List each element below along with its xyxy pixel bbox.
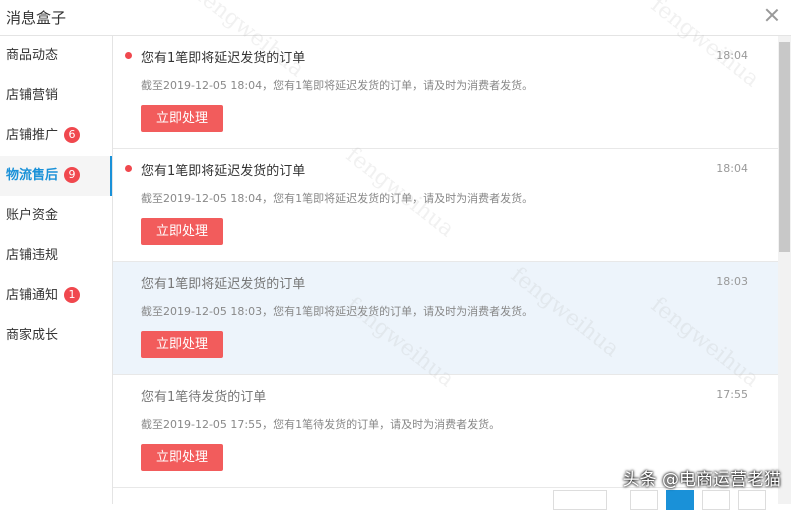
sidebar-item-merchant-growth[interactable]: 商家成长 (0, 316, 112, 356)
unread-count-badge: 1 (64, 286, 81, 303)
next-page-button[interactable] (738, 490, 766, 510)
sidebar-item-label: 商品动态 (6, 48, 59, 63)
unread-count-badge: 9 (64, 166, 81, 183)
sidebar-item-store-marketing[interactable]: 店铺营销 (0, 76, 112, 116)
sidebar-item-store-violations[interactable]: 店铺违规 (0, 236, 112, 276)
message-title: 您有1笔即将延迟发货的订单 (141, 277, 306, 292)
close-icon[interactable] (765, 8, 779, 22)
current-page-button[interactable] (666, 490, 694, 510)
scrollbar-thumb[interactable] (779, 42, 790, 252)
category-sidebar: 商品动态 店铺营销 店铺推广 6 物流售后 9 账户资金 店铺违规 店铺通知 1 商家… (0, 36, 113, 504)
page-button[interactable] (630, 490, 658, 510)
sidebar-item-label: 店铺通知 (6, 288, 59, 303)
unread-count-badge: 6 (64, 126, 81, 143)
message-description: 截至2019-12-05 17:55，您有1笔待发货的订单，请及时为消费者发货。 (141, 418, 501, 431)
message-description: 截至2019-12-05 18:04，您有1笔即将延迟发货的订单，请及时为消费者… (141, 192, 534, 205)
sidebar-item-label: 店铺违规 (6, 248, 59, 263)
sidebar-item-label: 店铺推广 (6, 128, 59, 143)
message-item[interactable]: 您有1笔即将延迟发货的订单 18:04 截至2019-12-05 18:04，您… (113, 36, 778, 149)
message-title: 您有1笔即将延迟发货的订单 (141, 164, 306, 179)
message-title: 您有1笔待发货的订单 (141, 390, 267, 405)
page-button[interactable] (702, 490, 730, 510)
message-description: 截至2019-12-05 18:03，您有1笔即将延迟发货的订单，请及时为消费者… (141, 305, 534, 318)
sidebar-item-product-updates[interactable]: 商品动态 (0, 36, 112, 76)
page-size-select[interactable] (553, 490, 607, 510)
unread-dot-icon (125, 52, 132, 59)
message-item[interactable]: 您有1笔即将延迟发货的订单 18:03 截至2019-12-05 18:03，您… (113, 262, 778, 375)
dialog-header: 消息盒子 (0, 0, 791, 36)
message-time: 17:55 (716, 388, 748, 401)
process-now-button[interactable]: 立即处理 (141, 105, 223, 132)
message-title: 您有1笔即将延迟发货的订单 (141, 51, 306, 66)
sidebar-item-label: 物流售后 (6, 168, 59, 183)
sidebar-item-label: 账户资金 (6, 208, 59, 223)
process-now-button[interactable]: 立即处理 (141, 444, 223, 471)
sidebar-item-store-notices[interactable]: 店铺通知 1 (0, 276, 112, 316)
dialog-title: 消息盒子 (6, 9, 67, 27)
message-time: 18:03 (716, 275, 748, 288)
message-item[interactable]: 您有1笔即将延迟发货的订单 18:04 截至2019-12-05 18:04，您… (113, 149, 778, 262)
sidebar-item-logistics-aftersales[interactable]: 物流售后 9 (0, 156, 112, 196)
process-now-button[interactable]: 立即处理 (141, 218, 223, 245)
message-description: 截至2019-12-05 18:04，您有1笔即将延迟发货的订单，请及时为消费者… (141, 79, 534, 92)
sidebar-item-account-funds[interactable]: 账户资金 (0, 196, 112, 236)
unread-dot-icon (125, 165, 132, 172)
sidebar-item-store-promotion[interactable]: 店铺推广 6 (0, 116, 112, 156)
message-list: 您有1笔即将延迟发货的订单 18:04 截至2019-12-05 18:04，您… (113, 36, 778, 504)
sidebar-item-label: 商家成长 (6, 328, 59, 343)
vertical-scrollbar[interactable] (778, 36, 791, 504)
message-time: 18:04 (716, 49, 748, 62)
process-now-button[interactable]: 立即处理 (141, 331, 223, 358)
message-time: 18:04 (716, 162, 748, 175)
sidebar-item-label: 店铺营销 (6, 88, 59, 103)
source-watermark-caption: 头条 @电商运营老猫 (622, 470, 781, 490)
